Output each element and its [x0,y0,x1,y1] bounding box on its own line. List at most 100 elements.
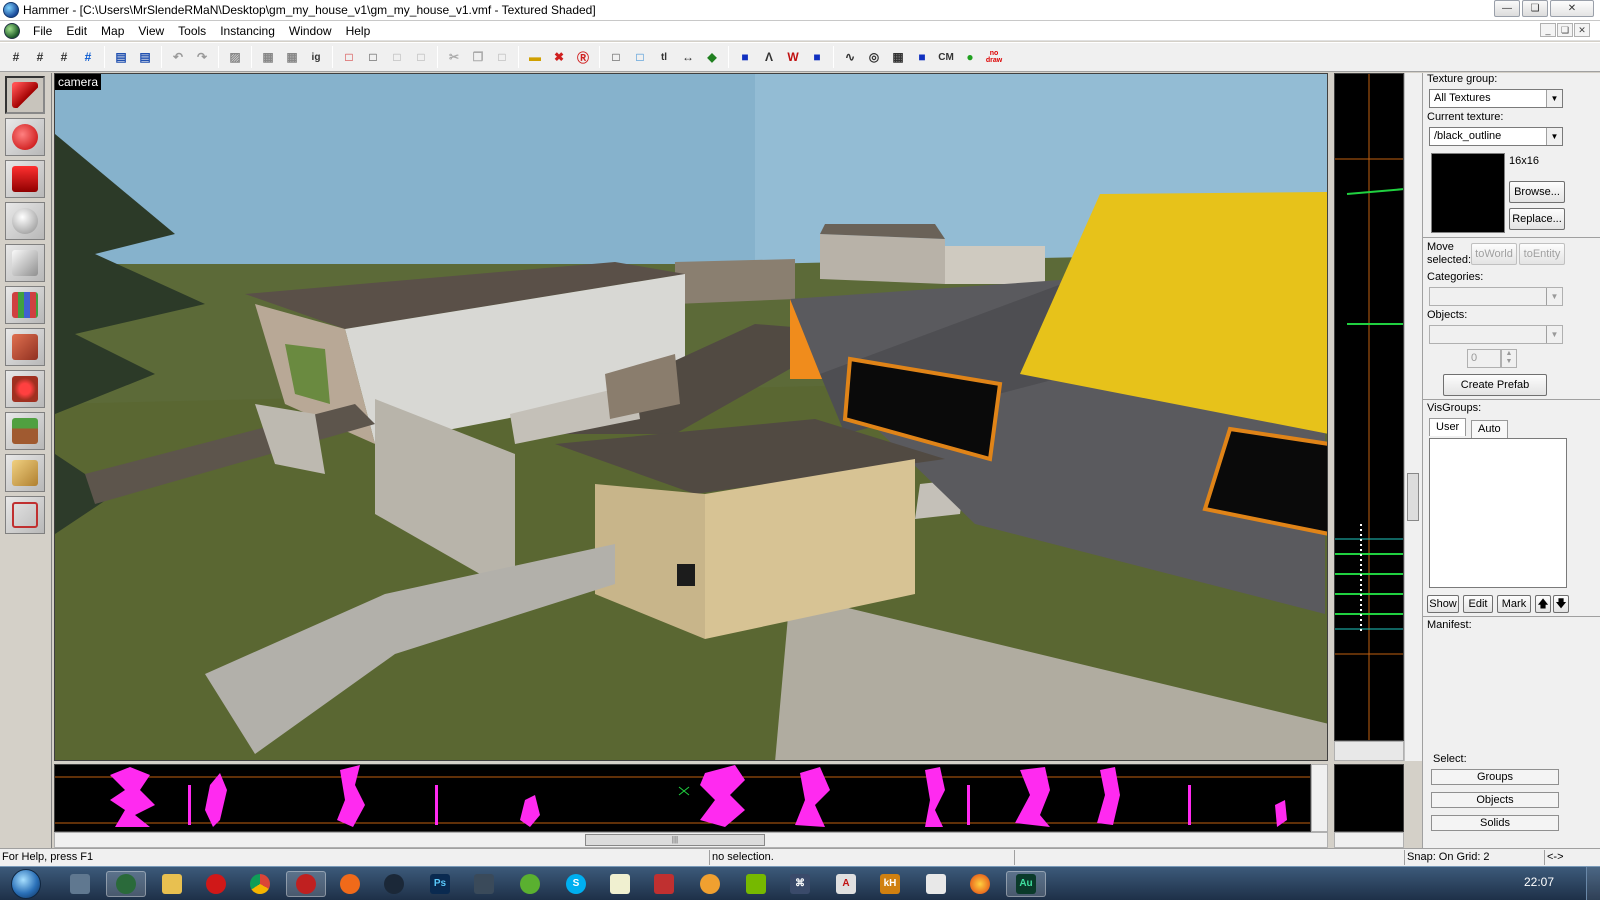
grid-larger-icon[interactable]: # [77,46,99,68]
compile-button[interactable]: CM [935,46,957,68]
taskbar-hand-tool[interactable] [644,871,684,897]
taskbar-utorrent[interactable] [510,871,550,897]
taskbar-nvidia[interactable] [736,871,776,897]
select-objects-button[interactable]: Objects [1431,792,1559,808]
ortho-top-right-viewport[interactable] [1334,73,1404,741]
magnify-tool-button[interactable] [5,118,45,156]
clipping-tool-button[interactable] [5,454,45,492]
select-groups-button[interactable]: Groups [1431,769,1559,785]
taskbar-media[interactable] [286,871,326,897]
move-down-button[interactable]: 🡇 [1553,595,1569,613]
radius-icon[interactable]: ◎ [863,46,885,68]
apply-current-texture-button[interactable] [5,328,45,366]
flip-icon[interactable]: ◆ [701,46,723,68]
taskbar-notepad[interactable] [600,871,640,897]
camera-3d-viewport[interactable]: camera [54,73,1328,761]
start-button[interactable] [4,867,48,900]
edit-visgroup-button[interactable]: Edit [1463,595,1493,613]
taskbar-monitor[interactable] [60,871,100,897]
document-icon[interactable] [4,22,20,39]
ortho-bottom-viewport[interactable] [54,764,1311,832]
hazard-stripe-icon[interactable]: ▬ [524,46,546,68]
visgroups-list[interactable] [1429,438,1567,588]
mark-visgroup-button[interactable]: Mark [1497,595,1531,613]
overlay-tool-button[interactable] [5,412,45,450]
menu-help[interactable]: Help [339,21,378,41]
menu-instancing[interactable]: Instancing [213,21,282,41]
taskbar-photoshop[interactable]: Ps [420,871,460,897]
grid-toggle-icon[interactable]: # [5,46,27,68]
sprites-icon[interactable]: ■ [806,46,828,68]
nodraw-button[interactable]: no draw [983,46,1005,68]
taskbar-firefox[interactable] [960,871,1000,897]
marquee-select-icon[interactable]: □ [629,46,651,68]
taskbar-steam[interactable] [374,871,414,897]
group-icon[interactable]: ▤ [110,46,132,68]
hide-selected-icon[interactable]: ▦ [257,46,279,68]
radius-culling-icon[interactable]: Ⓡ [572,46,594,68]
tab-auto[interactable]: Auto [1471,420,1508,438]
menu-edit[interactable]: Edit [59,21,94,41]
texture-preview[interactable] [1431,153,1505,233]
taskbar-clock[interactable]: 22:07 [1524,875,1554,889]
select-solids-icon[interactable]: □ [410,46,432,68]
to-world-button[interactable]: toWorld [1471,243,1517,265]
carve-icon[interactable]: ▨ [224,46,246,68]
camera-tool-button[interactable] [5,160,45,198]
menu-view[interactable]: View [131,21,171,41]
object-count-spinner[interactable]: 0 [1467,349,1501,368]
block-tool-button[interactable] [5,244,45,282]
menu-window[interactable]: Window [282,21,339,41]
selection-box-icon[interactable]: □ [605,46,627,68]
taskbar-audition[interactable]: Au [1006,871,1046,897]
paste-icon[interactable]: □ [491,46,513,68]
cut-icon[interactable]: ✂ [443,46,465,68]
taskbar-skype[interactable]: S [556,871,596,897]
ortho-bottom-vscrollbar[interactable] [1311,764,1328,832]
decal-tool-button[interactable] [5,370,45,408]
ortho-top-hscrollbar[interactable] [1334,741,1404,761]
redo-icon[interactable]: ↷ [191,46,213,68]
ortho-bottom-hscrollbar[interactable]: ||| [54,832,1328,848]
show-all-icon[interactable]: ▦ [281,46,303,68]
grid-dotted-icon[interactable]: # [53,46,75,68]
taskbar-origin[interactable] [330,871,370,897]
menu-file[interactable]: File [26,21,59,41]
taskbar-opera[interactable] [196,871,236,897]
taskbar-kh[interactable]: kH [870,871,910,897]
taskbar-chrome[interactable] [240,871,280,897]
taskbar-hammer[interactable] [106,871,146,897]
create-prefab-button[interactable]: Create Prefab [1443,374,1547,396]
objects-select[interactable]: ▼ [1429,325,1563,344]
ignore-groups-button[interactable]: ig [305,46,327,68]
selection-tool-button[interactable] [5,76,45,114]
texture-group-select[interactable]: All Textures ▼ [1429,89,1563,108]
taskbar-cube[interactable] [916,871,956,897]
select-edges-icon[interactable]: □ [362,46,384,68]
cordon-icon[interactable]: ■ [911,46,933,68]
wireframe-icon[interactable]: ▦ [887,46,909,68]
browse-button[interactable]: Browse... [1509,181,1565,203]
show-desktop-button[interactable] [1586,867,1600,900]
current-texture-select[interactable]: /black_outline ▼ [1429,127,1563,146]
scale-lock-icon[interactable]: ↔ [677,46,699,68]
maximize-button[interactable]: ❏ [1522,0,1548,17]
tab-user[interactable]: User [1429,418,1467,436]
entity-tool-button[interactable] [5,202,45,240]
menu-map[interactable]: Map [94,21,131,41]
vertex-tool-button[interactable] [5,496,45,534]
taskbar-explorer[interactable] [152,871,192,897]
select-solids-button[interactable]: Solids [1431,815,1559,831]
doc-close-button[interactable]: ✕ [1574,23,1590,37]
taskbar-monitor-2[interactable] [464,871,504,897]
entity-connections-icon[interactable]: ∿ [839,46,861,68]
taskbar-acrobat[interactable]: A [826,871,866,897]
texture-application-tool-button[interactable] [5,286,45,324]
move-up-button[interactable]: 🡅 [1535,595,1551,613]
grid-smaller-icon[interactable]: # [29,46,51,68]
helpers-icon[interactable]: Λ [758,46,780,68]
taskbar-command[interactable]: ⌘ [780,871,820,897]
ortho-side-hscrollbar[interactable] [1334,832,1404,848]
show-visgroup-button[interactable]: Show [1427,595,1459,613]
replace-button[interactable]: Replace... [1509,208,1565,230]
